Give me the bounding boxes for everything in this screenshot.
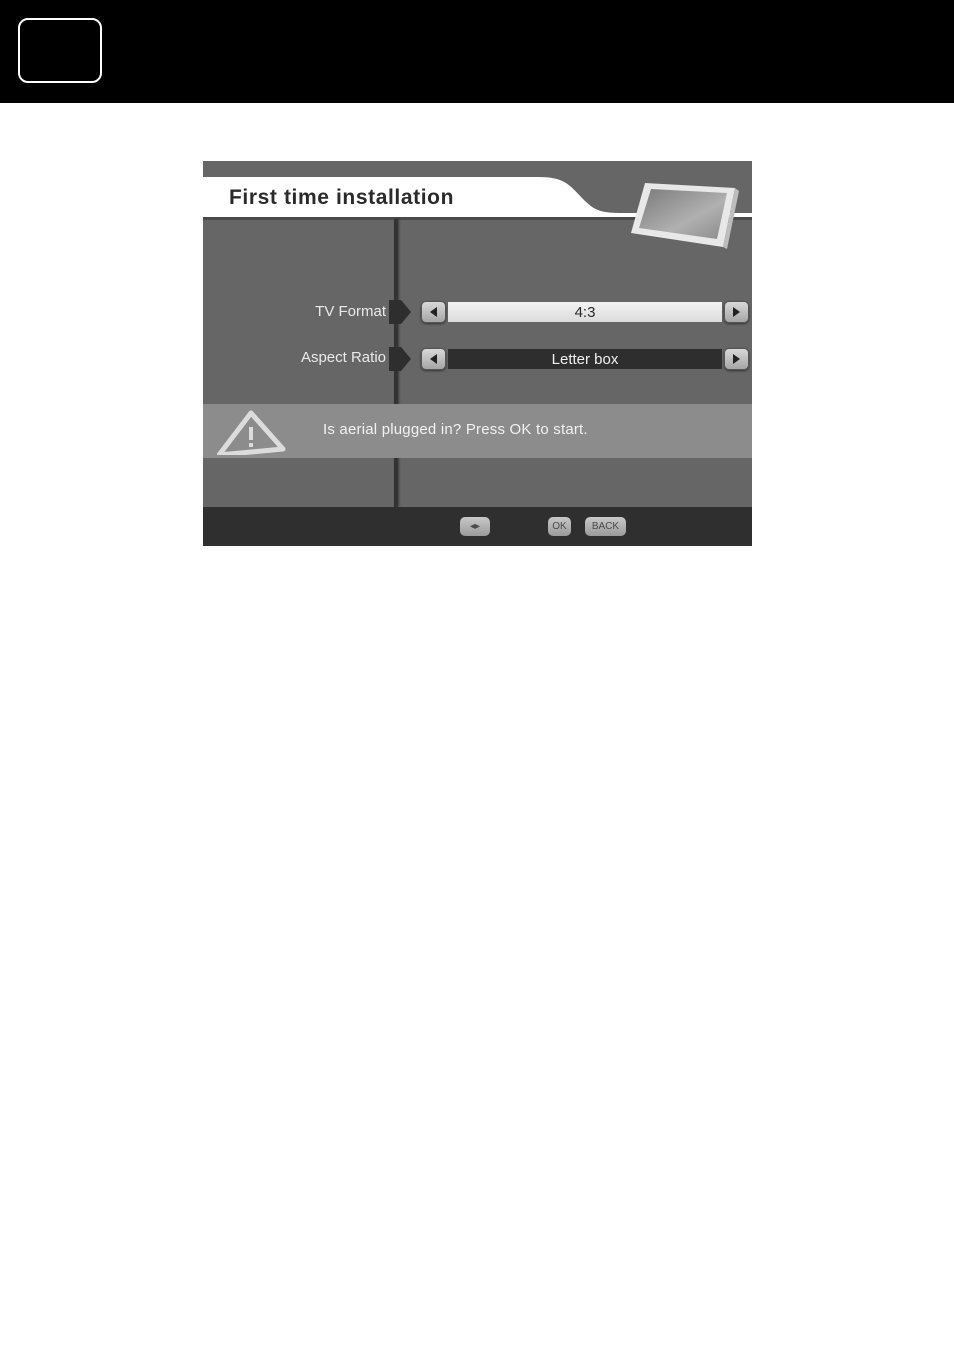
- ok-key[interactable]: OK: [548, 517, 571, 536]
- arrow-left-icon: [430, 307, 437, 317]
- arrow-left-icon: [430, 354, 437, 364]
- aspect-ratio-selector[interactable]: Letter box: [421, 348, 749, 370]
- page-tab-box: [18, 18, 102, 83]
- aspect-ratio-prev-button[interactable]: [421, 348, 446, 370]
- tv-screen-icon: [631, 183, 739, 249]
- arrow-right-icon: [733, 354, 740, 364]
- aspect-ratio-label: Aspect Ratio: [300, 349, 386, 366]
- row-pointer-icon: [389, 300, 411, 324]
- tv-format-next-button[interactable]: [724, 301, 749, 323]
- header-banner: [203, 177, 752, 249]
- warning-triangle-icon: [217, 410, 286, 455]
- aspect-ratio-next-button[interactable]: [724, 348, 749, 370]
- top-bar: [0, 0, 954, 103]
- tv-menu-screen: First time installation TV Format 4:3 As…: [203, 161, 752, 546]
- footer-key-bar: ◂▸ OK BACK: [203, 507, 752, 546]
- tv-format-prev-button[interactable]: [421, 301, 446, 323]
- tv-format-value: 4:3: [448, 302, 722, 322]
- left-right-key[interactable]: ◂▸: [460, 517, 490, 536]
- tv-format-label: TV Format: [315, 303, 386, 320]
- back-key[interactable]: BACK: [585, 517, 626, 536]
- page-title: First time installation: [229, 186, 454, 209]
- row-pointer-icon: [389, 347, 411, 371]
- message-band: Is aerial plugged in? Press OK to start.: [203, 404, 752, 458]
- aspect-ratio-value: Letter box: [448, 349, 722, 369]
- message-text: Is aerial plugged in? Press OK to start.: [323, 421, 588, 438]
- tv-format-selector[interactable]: 4:3: [421, 301, 749, 323]
- arrow-right-icon: [733, 307, 740, 317]
